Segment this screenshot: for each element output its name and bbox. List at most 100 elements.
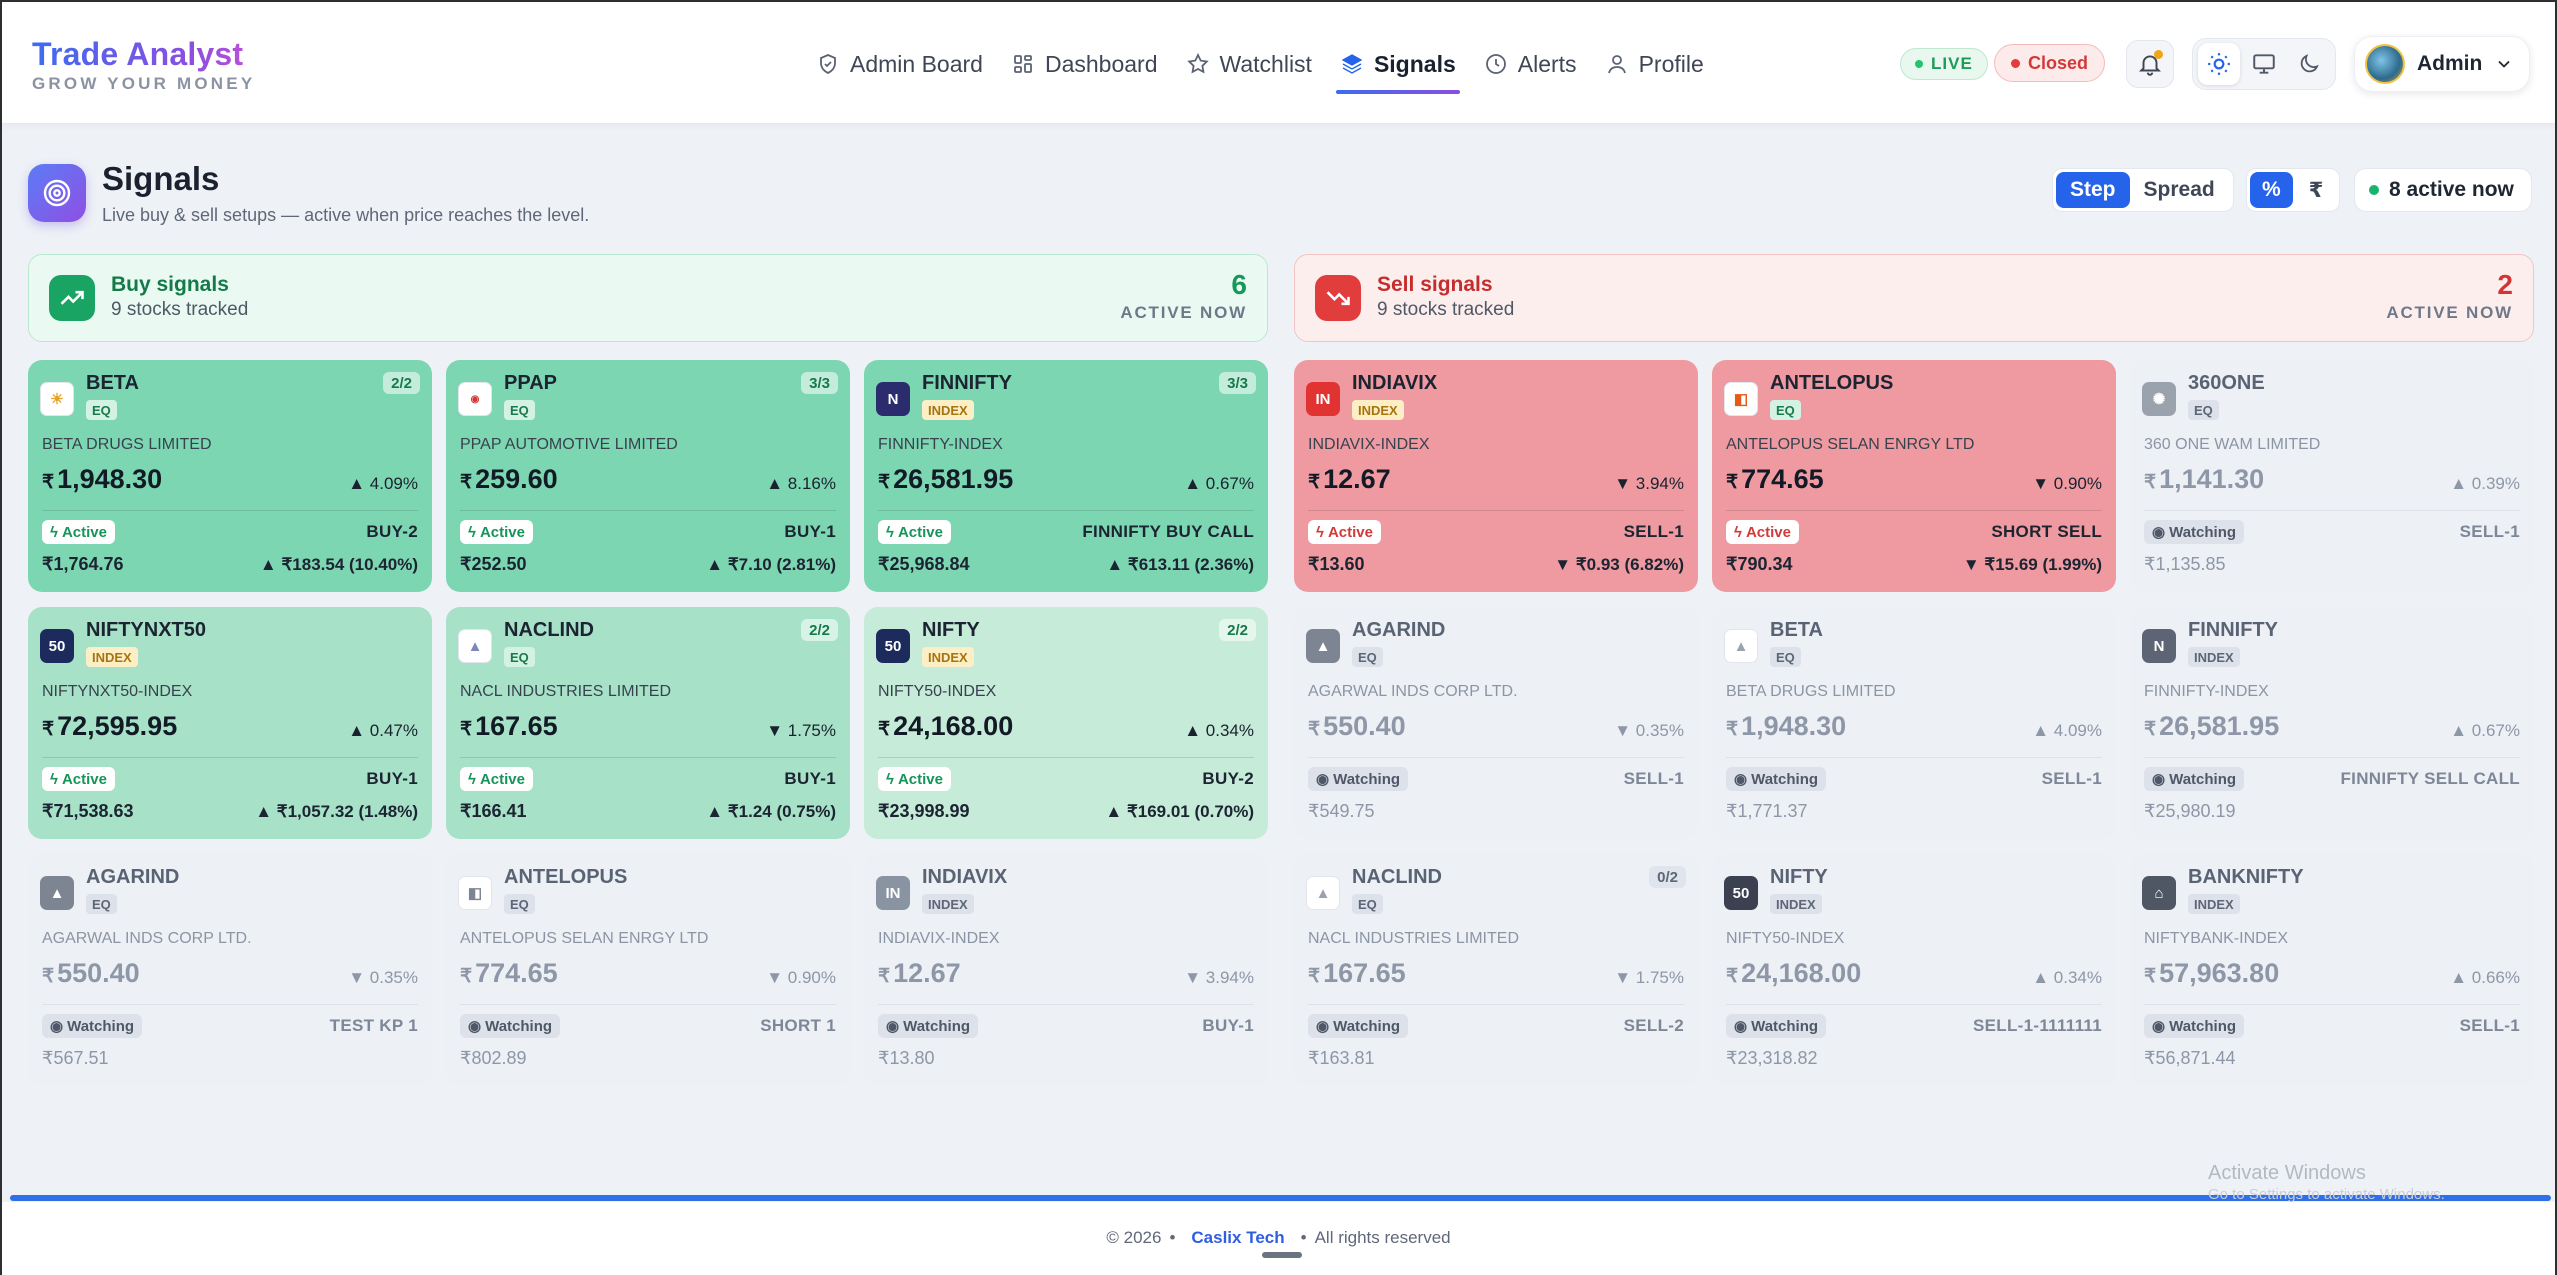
user-menu-button[interactable]: Admin [2354,36,2530,92]
signal-card[interactable]: ▲ NACLIND EQ 0/2 NACL INDUSTRIES LIMITED ₹167… [1294,854,1698,1086]
mode-spread-button[interactable]: Spread [2130,172,2229,208]
signal-diff: ▼ ₹15.69 (1.99%) [1962,555,2102,574]
signal-card[interactable]: N FINNIFTY INDEX 3/3 FINNIFTY-INDEX ₹26,581.9… [864,360,1268,592]
nav-signals[interactable]: Signals [1326,42,1470,94]
signal-card[interactable]: ▲ NACLIND EQ 2/2 NACL INDUSTRIES LIMITED ₹167… [446,607,850,839]
card-divider [460,510,836,511]
currency-symbol: ₹ [2144,472,2157,493]
currency-symbol: ₹ [1308,966,1321,987]
nav-profile[interactable]: Profile [1591,42,1718,86]
bolt-icon: ϟ [468,523,476,541]
market-status-label: Closed [2028,52,2089,73]
price-change-pct: ▲ 0.47% [348,721,418,740]
signal-card[interactable]: ◉ PPAP EQ 3/3 PPAP AUTOMOTIVE LIMITED ₹259.60… [446,360,850,592]
currency-symbol: ₹ [1726,966,1739,987]
notifications-button[interactable] [2126,40,2174,88]
stock-logo-icon: ◉ [458,382,492,416]
signal-name: SELL-1 [1623,522,1684,541]
status-label: Watching [2169,770,2237,788]
signal-card[interactable]: ✺ 360ONE EQ 360 ONE WAM LIMITED ₹1,141.30 ▲ 0… [2130,360,2534,592]
stock-logo-icon: ▲ [458,629,492,663]
signal-card[interactable]: ◧ ANTELOPUS EQ ANTELOPUS SELAN ENRGY LTD ₹77… [446,854,850,1086]
footer-company-link[interactable]: Caslix Tech [1191,1228,1284,1247]
theme-light-button[interactable] [2198,43,2241,85]
signal-card[interactable]: IN INDIAVIX INDEX INDIAVIX-INDEX ₹12.67 ▼ 3.9… [1294,360,1698,592]
signal-card[interactable]: 50 NIFTY INDEX 2/2 NIFTY50-INDEX ₹24,168.00 ▲ … [864,607,1268,839]
stock-type-tag: INDEX [922,400,974,420]
signal-target-price: ₹163.81 [1308,1048,1375,1068]
stock-logo-icon: ⌂ [2142,876,2176,910]
price-change-pct: ▲ 0.67% [2450,721,2520,740]
nav-watchlist[interactable]: Watchlist [1172,42,1326,86]
mode-step-button[interactable]: Step [2056,172,2130,208]
signal-status-badge: ϟ Active [460,520,533,544]
signal-card[interactable]: 50 NIFTY INDEX NIFTY50-INDEX ₹24,168.00 ▲ 0.3… [1712,854,2116,1086]
stock-full-name: BETA DRUGS LIMITED [42,436,212,453]
nav-admin-board[interactable]: Admin Board [802,42,997,86]
signal-card[interactable]: ▲ AGARIND EQ AGARWAL INDS CORP LTD. ₹550.40 ▼… [28,854,432,1086]
signal-card[interactable]: IN INDIAVIX INDEX INDIAVIX-INDEX ₹12.67 ▼ 3.9… [864,854,1268,1086]
nav-alerts[interactable]: Alerts [1470,42,1591,86]
stock-logo-icon: ▲ [1306,876,1340,910]
card-divider [2144,757,2520,758]
signal-card[interactable]: ◧ ANTELOPUS EQ ANTELOPUS SELAN ENRGY LTD ₹77… [1712,360,2116,592]
signal-name: BUY-1 [784,522,836,541]
stock-type-tag: EQ [1352,647,1383,667]
signal-status-badge: ◉ Watching [1726,767,1827,791]
stock-symbol: NIFTY [922,619,980,641]
stock-type-tag: EQ [504,400,535,420]
stock-symbol: AGARIND [1352,619,1446,641]
card-divider [460,1004,836,1005]
top-header: Trade Analyst GROW YOUR MONEY Admin Boar… [2,2,2555,124]
stock-symbol: FINNIFTY [2188,619,2278,641]
unit-rupee-button[interactable]: ₹ [2297,172,2336,208]
stock-type-tag: EQ [2188,400,2219,420]
eye-icon: ◉ [2152,1018,2166,1035]
signals-page-icon [28,164,86,222]
brand-logo[interactable]: Trade Analyst GROW YOUR MONEY [32,36,255,94]
status-label: Watching [67,1017,135,1035]
unit-percent-button[interactable]: % [2250,172,2293,208]
signal-card[interactable]: ☀ BETA EQ 2/2 BETA DRUGS LIMITED ₹1,948.30 ▲ 4… [28,360,432,592]
signal-target-price: ₹1,764.76 [42,554,124,574]
signal-card[interactable]: 50 NIFTYNXT50 INDEX NIFTYNXT50-INDEX ₹72,595… [28,607,432,839]
signal-card[interactable]: ▲ BETA EQ BETA DRUGS LIMITED ₹1,948.30 ▲ 4.09… [1712,607,2116,839]
nav-dashboard[interactable]: Dashboard [997,42,1172,86]
currency-symbol: ₹ [42,719,55,740]
signal-name: BUY-2 [366,522,418,541]
stock-logo-icon: ▲ [1306,629,1340,663]
signal-card[interactable]: N FINNIFTY INDEX FINNIFTY-INDEX ₹26,581.95 ▲ … [2130,607,2534,839]
stock-symbol: BANKNIFTY [2188,866,2304,888]
theme-system-button[interactable] [2243,43,2285,85]
stock-price: ₹1,948.30 [42,464,162,495]
live-dot-icon [1915,60,1923,68]
stock-type-tag: EQ [504,894,535,914]
bolt-icon: ϟ [468,770,476,788]
price-change-pct: ▼ 1.75% [766,721,836,740]
footer-copyright: © 2026 [1106,1228,1162,1247]
theme-switcher [2192,38,2336,90]
page-title: Signals [102,160,220,197]
live-badge: LIVE [1900,48,1988,80]
signal-status-badge: ◉ Watching [878,1014,979,1038]
price-value: 26,581.95 [893,464,1014,494]
price-change-pct: ▲ 0.66% [2450,968,2520,987]
signal-diff: ▲ ₹7.10 (2.81%) [706,555,836,574]
signal-diff: ▲ ₹613.11 (2.36%) [1106,555,1254,574]
sell-signals-summary: Sell signals 9 stocks tracked 2 ACTIVE N… [1294,254,2534,342]
scroll-handle[interactable] [1262,1252,1302,1258]
signal-card[interactable]: ▲ AGARIND EQ AGARWAL INDS CORP LTD. ₹550.40 ▼… [1294,607,1698,839]
currency-symbol: ₹ [878,966,891,987]
notification-dot-icon [2154,50,2163,59]
stock-price: ₹24,168.00 [878,711,1013,742]
currency-symbol: ₹ [460,966,473,987]
stock-price: ₹550.40 [1308,711,1406,742]
stock-type-tag: EQ [86,894,117,914]
theme-dark-button[interactable] [2288,43,2330,85]
bolt-icon: ϟ [886,770,894,788]
stock-price: ₹26,581.95 [2144,711,2279,742]
buy-summary-sub: 9 stocks tracked [111,299,249,320]
stock-price: ₹550.40 [42,958,140,989]
eye-icon: ◉ [2152,524,2166,541]
signal-card[interactable]: ⌂ BANKNIFTY INDEX NIFTYBANK-INDEX ₹57,963.80… [2130,854,2534,1086]
